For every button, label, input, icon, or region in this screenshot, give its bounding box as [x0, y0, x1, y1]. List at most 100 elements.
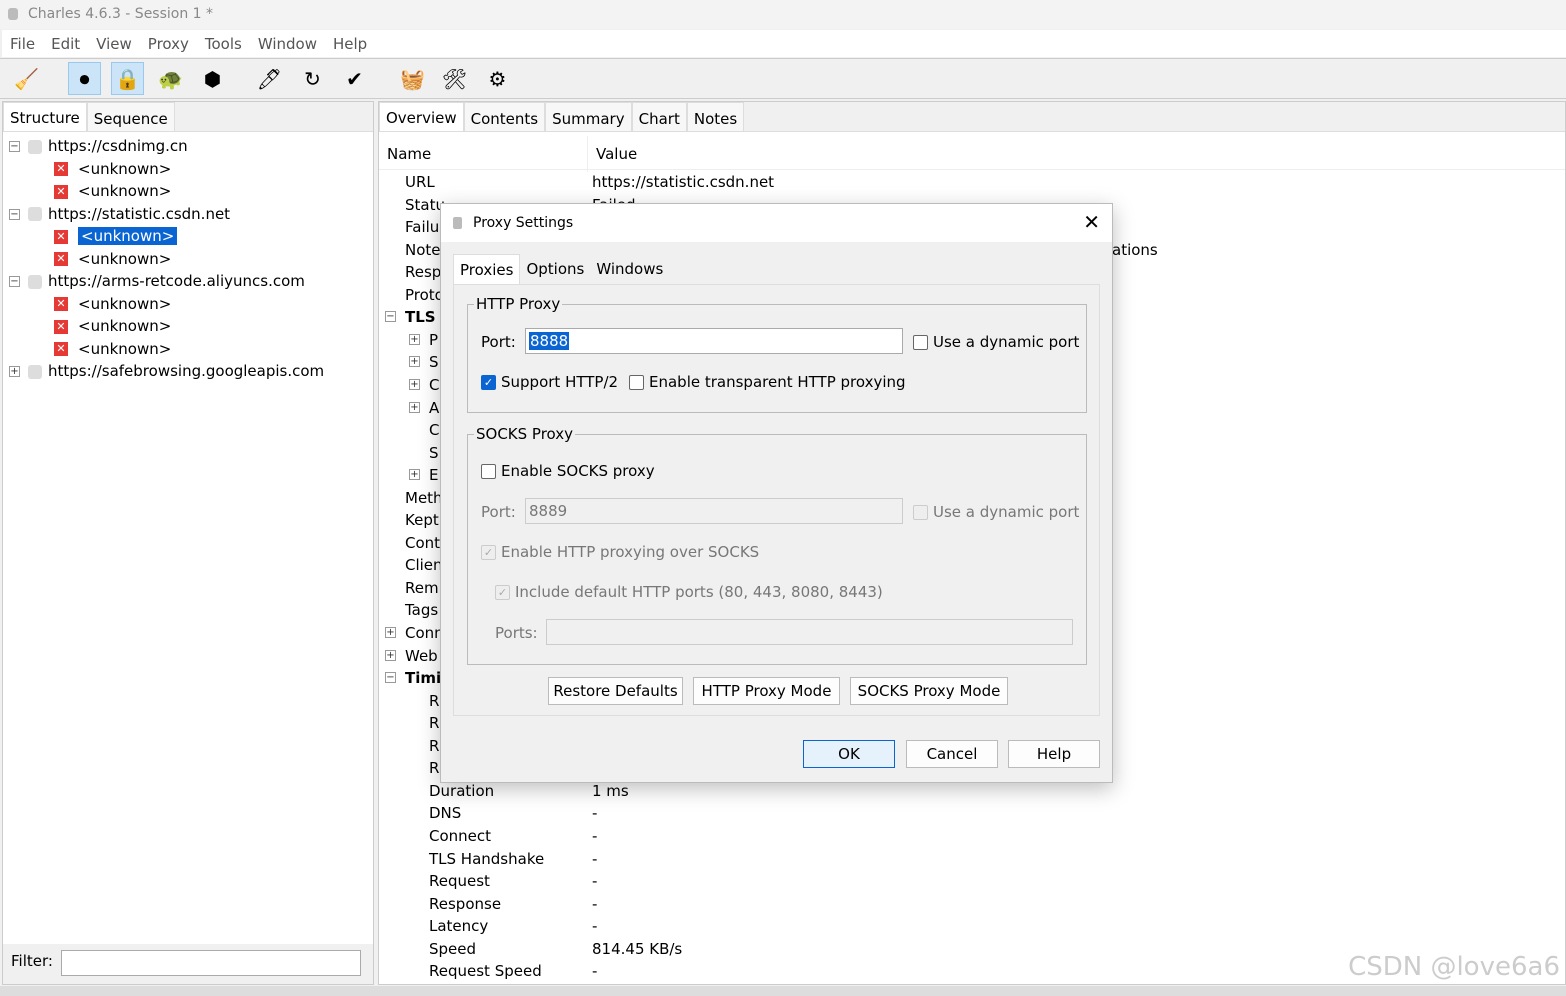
- host-node[interactable]: − https://statistic.csdn.net: [3, 203, 373, 226]
- help-button[interactable]: Help: [1008, 740, 1100, 768]
- collapse-icon[interactable]: −: [9, 141, 20, 152]
- row-name: C: [429, 421, 440, 440]
- basket-button[interactable]: 🧺: [396, 62, 429, 95]
- tools-button[interactable]: 🛠: [438, 62, 471, 95]
- socks-port-input[interactable]: 8889: [525, 498, 903, 524]
- structure-panel: Structure Sequence − https://csdnimg.cn ✕ <u…: [2, 101, 374, 985]
- expand-icon[interactable]: +: [409, 469, 420, 481]
- settings-gear-icon: ⚙: [488, 66, 507, 91]
- tab-proxies[interactable]: Proxies: [453, 254, 521, 285]
- menu-tools[interactable]: Tools: [205, 30, 242, 57]
- window-title: Charles 4.6.3 - Session 1 *: [28, 6, 214, 22]
- app-icon: [8, 8, 18, 20]
- collapse-icon[interactable]: −: [9, 276, 20, 287]
- request-node[interactable]: ✕ <unknown>: [3, 293, 373, 316]
- error-icon: ✕: [54, 319, 68, 334]
- menu-help[interactable]: Help: [333, 30, 367, 57]
- row-value: -: [592, 962, 598, 981]
- transparent-proxy-checkbox[interactable]: Enable transparent HTTP proxying: [629, 373, 906, 391]
- request-label: <unknown>: [78, 249, 172, 268]
- overview-row[interactable]: URL https://statistic.csdn.net: [379, 171, 1565, 193]
- menu-proxy[interactable]: Proxy: [148, 30, 189, 57]
- tab-windows[interactable]: Windows: [590, 254, 669, 285]
- tab-contents[interactable]: Contents: [463, 102, 546, 131]
- ssl-lock-button[interactable]: 🔒: [111, 62, 144, 95]
- request-node[interactable]: ✕ <unknown>: [3, 315, 373, 338]
- record-button[interactable]: ⏺: [68, 62, 101, 95]
- turtle-throttle-button[interactable]: 🐢: [154, 62, 187, 95]
- host-node[interactable]: − https://csdnimg.cn: [3, 135, 373, 158]
- http-over-socks-checkbox[interactable]: ✓ Enable HTTP proxying over SOCKS: [481, 543, 759, 561]
- overview-row[interactable]: Connect -: [379, 825, 1565, 847]
- request-node[interactable]: ✕ <unknown>: [3, 225, 373, 248]
- menu-edit[interactable]: Edit: [51, 30, 80, 57]
- broom-button[interactable]: 🧹: [10, 62, 43, 95]
- row-name: Request: [429, 872, 490, 891]
- tab-chart[interactable]: Chart: [631, 102, 687, 131]
- tab-options[interactable]: Options: [520, 254, 590, 285]
- collapse-icon[interactable]: −: [385, 311, 396, 323]
- column-name: Name: [387, 145, 432, 163]
- collapse-icon[interactable]: −: [9, 208, 20, 220]
- request-node[interactable]: ✕ <unknown>: [3, 158, 373, 181]
- refresh-repeat-icon: ↻: [304, 66, 321, 91]
- overview-row[interactable]: Request -: [379, 870, 1565, 892]
- request-node[interactable]: ✕ <unknown>: [3, 338, 373, 361]
- http-port-input[interactable]: 8888: [525, 328, 903, 354]
- collapse-icon[interactable]: −: [385, 672, 396, 684]
- tab-summary[interactable]: Summary: [545, 102, 632, 131]
- stop-breakpoint-button[interactable]: ⬢: [196, 62, 229, 95]
- row-name: S: [429, 353, 439, 372]
- tab-structure[interactable]: Structure: [3, 102, 87, 131]
- http-proxy-mode-button[interactable]: HTTP Proxy Mode: [693, 677, 840, 705]
- include-default-ports-checkbox[interactable]: ✓ Include default HTTP ports (80, 443, 80…: [495, 583, 883, 601]
- refresh-repeat-button[interactable]: ↻: [296, 62, 329, 95]
- pen-compose-button[interactable]: 🖊: [253, 62, 286, 95]
- restore-defaults-button[interactable]: Restore Defaults: [548, 677, 683, 705]
- request-label: <unknown>: [78, 182, 172, 200]
- expand-icon[interactable]: +: [9, 366, 20, 377]
- close-icon[interactable]: ✕: [1083, 204, 1100, 240]
- row-name: Request Speed: [429, 962, 542, 981]
- ok-button[interactable]: OK: [803, 740, 895, 768]
- cancel-button[interactable]: Cancel: [906, 740, 998, 768]
- overview-row[interactable]: Latency -: [379, 915, 1565, 937]
- socks-dynamic-port-checkbox[interactable]: Use a dynamic port: [913, 503, 1079, 521]
- row-name: E: [429, 466, 439, 485]
- overview-row[interactable]: DNS -: [379, 802, 1565, 824]
- proxies-tab-panel: HTTP Proxy Port: 8888 Use a dynamic port…: [453, 284, 1100, 716]
- row-name: TLS Handshake: [429, 849, 545, 868]
- lock-icon: [28, 274, 42, 289]
- expand-icon[interactable]: +: [385, 627, 396, 638]
- expand-icon[interactable]: +: [409, 333, 420, 345]
- overview-row[interactable]: Response -: [379, 893, 1565, 915]
- expand-icon[interactable]: +: [409, 401, 420, 413]
- expand-icon[interactable]: +: [409, 356, 420, 368]
- tab-notes[interactable]: Notes: [686, 102, 745, 131]
- menu-view[interactable]: View: [96, 30, 132, 57]
- enable-socks-checkbox[interactable]: Enable SOCKS proxy: [481, 462, 655, 480]
- overview-row[interactable]: TLS Handshake -: [379, 848, 1565, 870]
- overview-row[interactable]: Duration 1 ms: [379, 780, 1565, 802]
- socks-proxy-mode-button[interactable]: SOCKS Proxy Mode: [850, 677, 1008, 705]
- menu-file[interactable]: File: [10, 30, 35, 57]
- settings-gear-button[interactable]: ⚙: [481, 62, 514, 95]
- row-value: 814.45 KB/s: [592, 939, 683, 958]
- menu-window[interactable]: Window: [258, 30, 317, 57]
- expand-icon[interactable]: +: [385, 649, 396, 661]
- tab-overview[interactable]: Overview: [379, 102, 464, 131]
- http-dynamic-port-checkbox[interactable]: Use a dynamic port: [913, 333, 1079, 351]
- check-validate-button[interactable]: ✔: [338, 62, 371, 95]
- host-node[interactable]: + https://safebrowsing.googleapis.com: [3, 360, 373, 383]
- expand-icon[interactable]: +: [409, 378, 420, 390]
- lock-icon: [28, 207, 42, 221]
- support-http2-checkbox[interactable]: ✓ Support HTTP/2: [481, 373, 618, 391]
- tab-sequence[interactable]: Sequence: [86, 102, 175, 131]
- ports-input[interactable]: [546, 619, 1073, 645]
- host-node[interactable]: − https://arms-retcode.aliyuncs.com: [3, 270, 373, 293]
- socks-port-label: Port:: [481, 503, 516, 521]
- filter-input[interactable]: [61, 950, 361, 976]
- row-name: S: [429, 443, 439, 462]
- request-node[interactable]: ✕ <unknown>: [3, 180, 373, 203]
- request-node[interactable]: ✕ <unknown>: [3, 248, 373, 271]
